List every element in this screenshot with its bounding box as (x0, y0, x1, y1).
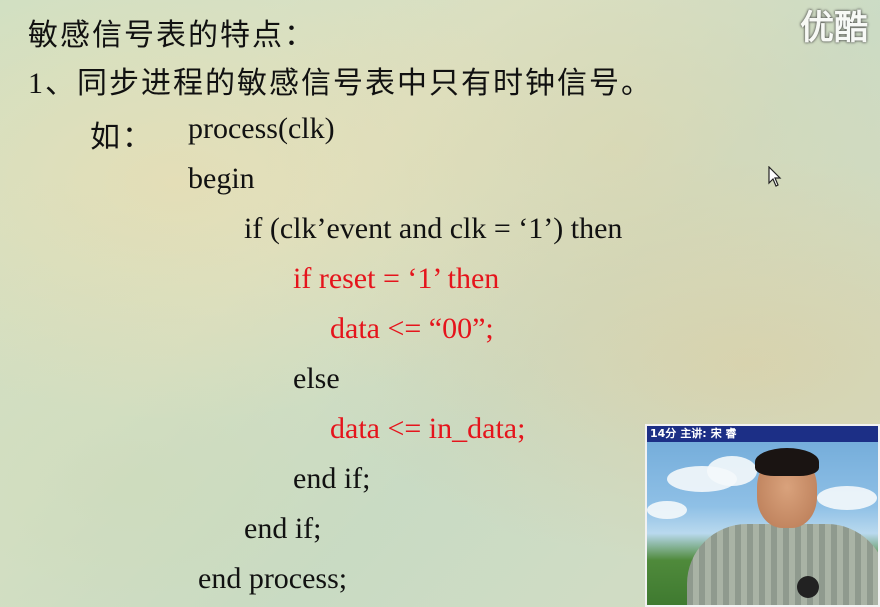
code-line-end-process: end process; (198, 562, 348, 595)
code-line-data-zero: data <= “00”; (330, 312, 494, 345)
slide-title: 敏感信号表的特点： (28, 19, 316, 52)
code-line-if-clk: if (clk’event and clk = ‘1’) then (244, 212, 623, 245)
lecturer-hair (755, 448, 819, 476)
example-label: 如： (90, 121, 154, 154)
code-line-end-if-inner: end if; (293, 462, 371, 495)
caption-name: 宋 睿 (710, 427, 737, 440)
bullet-point-1: 1、同步进程的敏感信号表中只有时钟信号。 (28, 67, 653, 100)
caption-label: 主讲: (680, 427, 707, 440)
code-line-end-if-outer: end if; (244, 512, 322, 545)
mouse-pointer-icon (768, 166, 782, 187)
code-line-else: else (293, 362, 340, 395)
youku-logo: 优酷 (800, 8, 868, 48)
lecturer-body (687, 524, 878, 605)
video-caption-bar: 14分 主讲: 宋 睿 (647, 426, 878, 442)
code-line-if-reset: if reset = ‘1’ then (293, 262, 500, 295)
microphone-icon (797, 576, 819, 598)
code-line-data-in: data <= in_data; (330, 412, 526, 445)
lecturer-video-inset: 14分 主讲: 宋 睿 (645, 424, 880, 607)
code-line-process: process(clk) (188, 112, 335, 145)
code-line-begin: begin (188, 162, 255, 195)
caption-time: 14分 (650, 427, 677, 440)
